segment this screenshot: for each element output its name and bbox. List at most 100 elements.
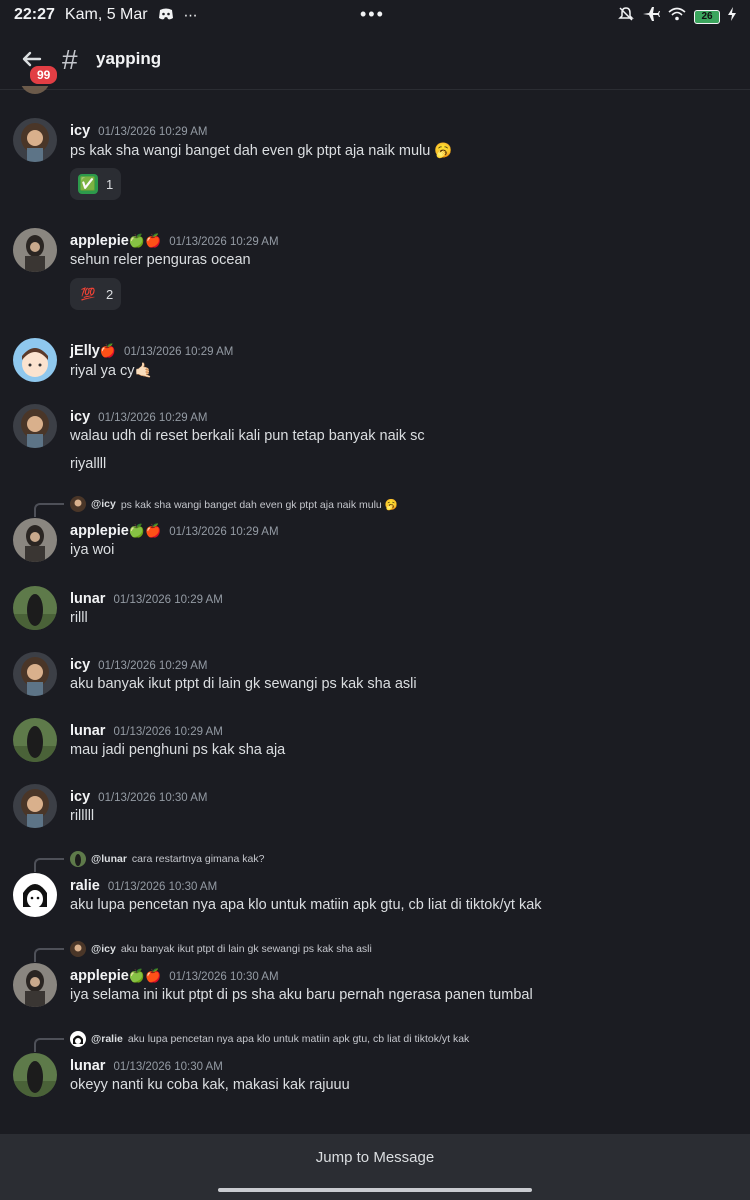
reply-text: ps kak sha wangi banget dah even gk ptpt… (120, 498, 398, 511)
username[interactable]: icy (70, 657, 90, 673)
timestamp: 01/13/2026 10:29 AM (124, 346, 234, 358)
username[interactable]: lunar (70, 1058, 105, 1074)
message-text: sehun reler penguras ocean (70, 252, 251, 268)
timestamp: 01/13/2026 10:29 AM (98, 412, 208, 424)
name-emoji: 🍏🍎 (128, 233, 162, 248)
timestamp: 01/13/2026 10:29 AM (98, 126, 208, 138)
reply-spine (34, 858, 64, 872)
message: applepie🍏🍎 01/13/2026 10:29 AM sehun rele… (0, 228, 750, 318)
charging-icon (728, 7, 736, 26)
message: lunar 01/13/2026 10:29 AM rilll (0, 586, 750, 636)
message-text: ps kak sha wangi banget dah even gk ptpt… (70, 143, 453, 159)
name-emoji: 🍎 (99, 343, 117, 358)
username[interactable]: applepie (70, 968, 129, 984)
reply-username: @lunar (91, 853, 127, 865)
avatar[interactable] (13, 652, 57, 696)
reply-preview[interactable]: @icy aku banyak ikut ptpt di lain gk sew… (70, 941, 372, 957)
avatar[interactable] (13, 338, 57, 382)
message: icy 01/13/2026 10:29 AM walau udh di rese… (0, 404, 750, 476)
message: jElly🍎 01/13/2026 10:29 AM riyal ya cy🤙🏻 (0, 338, 750, 388)
mute-icon (618, 6, 634, 27)
reaction-count: 2 (106, 286, 114, 302)
avatar[interactable] (13, 1053, 57, 1097)
message-text: riyal ya cy🤙🏻 (70, 363, 153, 379)
more-notifications-icon: ⋯ (183, 6, 198, 23)
status-bar: 22:27 Kam, 5 Mar ⋯ ••• 26 (0, 0, 750, 30)
avatar[interactable] (13, 118, 57, 162)
username[interactable]: ralie (70, 878, 100, 894)
message-text: iya woi (70, 542, 115, 558)
hundred-points-emoji: 💯 (80, 287, 96, 301)
avatar[interactable] (13, 404, 57, 448)
message: @icy ps kak sha wangi banget dah even gk… (0, 496, 750, 566)
avatar[interactable] (13, 963, 57, 1007)
timestamp: 01/13/2026 10:29 AM (169, 236, 279, 248)
channel-title[interactable]: yapping (96, 49, 161, 69)
wifi-icon (668, 7, 686, 26)
reply-spine (34, 1038, 64, 1052)
timestamp: 01/13/2026 10:29 AM (169, 526, 279, 538)
message-text: mau jadi penghuni ps kak sha aja (70, 742, 286, 758)
avatar[interactable] (13, 228, 57, 272)
timestamp: 01/13/2026 10:29 AM (113, 726, 223, 738)
username[interactable]: applepie (70, 523, 129, 539)
message: icy 01/13/2026 10:29 AM aku banyak ikut p… (0, 652, 750, 702)
timestamp: 01/13/2026 10:30 AM (107, 881, 218, 893)
reaction-chip[interactable]: 💯 2 (70, 278, 122, 310)
airplane-icon (642, 6, 660, 27)
message-text: walau udh di reset berkali kali pun teta… (70, 428, 425, 444)
username[interactable]: lunar (70, 723, 105, 739)
avatar[interactable] (13, 586, 57, 630)
reply-preview[interactable]: @lunar cara restartnya gimana kak? (70, 851, 264, 867)
avatar[interactable] (13, 518, 57, 562)
message: lunar 01/13/2026 10:29 AM mau jadi penghu… (0, 718, 750, 768)
username[interactable]: icy (70, 789, 90, 805)
username[interactable]: icy (70, 123, 90, 139)
reply-text: cara restartnya gimana kak? (131, 853, 265, 865)
reply-username: @icy (91, 943, 116, 955)
name-emoji: 🍏🍎 (128, 968, 162, 983)
reply-username: @icy (91, 498, 116, 510)
reply-avatar (70, 496, 86, 512)
timestamp: 01/13/2026 10:30 AM (169, 971, 279, 983)
username[interactable]: applepie (70, 233, 129, 249)
channel-header: 99 # yapping (0, 30, 750, 90)
avatar[interactable] (13, 718, 57, 762)
message-text: aku lupa pencetan nya apa klo untuk mati… (70, 897, 542, 913)
reply-text: aku lupa pencetan nya apa klo untuk mati… (127, 1033, 470, 1045)
username[interactable]: icy (70, 409, 90, 425)
username[interactable]: jElly (70, 343, 100, 359)
reply-spine (34, 948, 64, 962)
avatar[interactable] (13, 784, 57, 828)
home-indicator[interactable] (218, 1188, 532, 1192)
message: icy 01/13/2026 10:29 AM ps kak sha wangi … (0, 118, 750, 208)
reaction-chip[interactable]: ✅ 1 (70, 168, 122, 200)
reply-preview[interactable]: @ralie aku lupa pencetan nya apa klo unt… (70, 1031, 469, 1047)
message: @icy aku banyak ikut ptpt di lain gk sew… (0, 941, 750, 1011)
message-text: iya selama ini ikut ptpt di ps sha aku b… (70, 987, 533, 1003)
message-text: rilll (70, 610, 88, 626)
avatar-partial (20, 86, 50, 94)
multitask-dots-icon[interactable]: ••• (360, 4, 385, 25)
battery-icon: 26 (694, 9, 720, 24)
reply-avatar (70, 851, 86, 867)
reply-username: @ralie (91, 1033, 123, 1045)
username[interactable]: lunar (70, 591, 105, 607)
message: @lunar cara restartnya gimana kak? ralie… (0, 851, 750, 921)
reply-preview[interactable]: @icy ps kak sha wangi banget dah even gk… (70, 496, 398, 512)
message-text: riyallll (70, 456, 107, 472)
timestamp: 01/13/2026 10:29 AM (113, 594, 223, 606)
reply-text: aku banyak ikut ptpt di lain gk sewangi … (120, 943, 372, 955)
name-emoji: 🍏🍎 (128, 523, 162, 538)
message-text: okeyy nanti ku coba kak, makasi kak raju… (70, 1077, 350, 1093)
message-text: aku banyak ikut ptpt di lain gk sewangi … (70, 676, 417, 692)
timestamp: 01/13/2026 10:30 AM (113, 1061, 223, 1073)
jump-to-message-button[interactable]: Jump to Message (316, 1149, 434, 1200)
reaction-count: 1 (106, 176, 114, 192)
reply-avatar (70, 941, 86, 957)
message-text: rilllll (70, 808, 95, 824)
reply-spine (34, 503, 64, 517)
reply-avatar (70, 1031, 86, 1047)
avatar[interactable] (13, 873, 57, 917)
discord-icon (158, 7, 174, 23)
